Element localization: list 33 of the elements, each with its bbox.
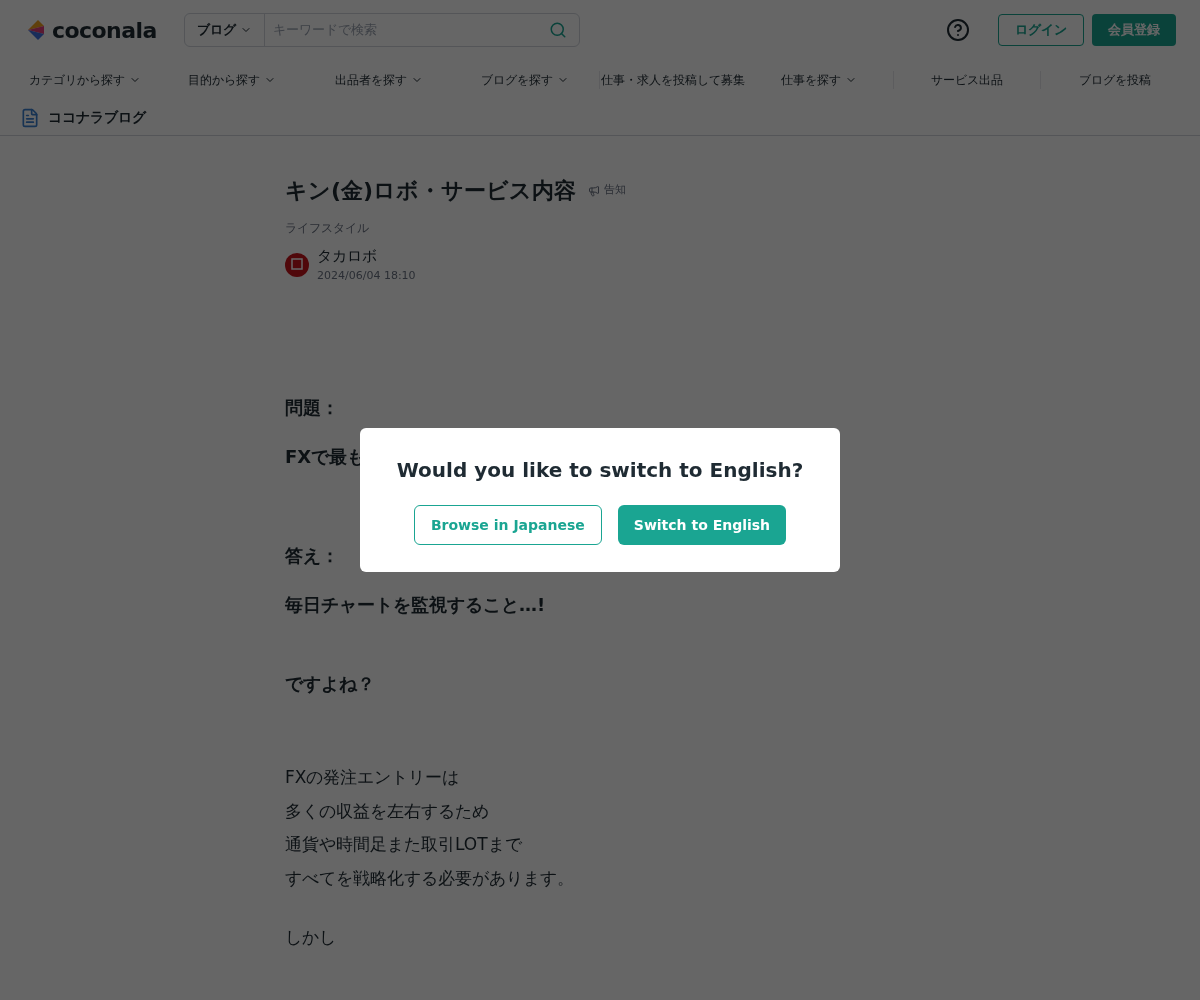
dialog-title: Would you like to switch to English? [396, 457, 804, 484]
megaphone-icon [588, 184, 601, 197]
language-button[interactable]: Browse in Japanese [413, 505, 602, 545]
avatar-icon[interactable] [285, 252, 309, 277]
nav-link[interactable]: 目的から探す [187, 71, 276, 89]
author-name[interactable]: タカロボ [317, 245, 416, 268]
body-text: 問題： [285, 396, 339, 420]
document-icon [20, 107, 40, 128]
body-text: 毎日チャートを監視すること…! [285, 593, 546, 617]
blog-title[interactable]: ココナラブログ [48, 107, 146, 128]
post-date: 2024/06/04 18:10 [317, 267, 416, 284]
nav-link[interactable]: 仕事・求人を投稿して募集 [600, 71, 745, 89]
nav-link[interactable]: ブログを投稿 [1078, 71, 1151, 89]
logo-text[interactable]: coconala [52, 13, 157, 47]
help-icon[interactable] [946, 18, 970, 42]
body-text: 多くの収益を左右するため [285, 799, 489, 823]
body-text: FXの発注エントリーは [285, 766, 460, 789]
body-text: 答え： [285, 544, 339, 568]
body-text: すべてを戦略化する必要があります。 [285, 866, 574, 890]
body-text: しかし [285, 926, 336, 949]
nav-link[interactable]: ブログを探す [481, 71, 570, 89]
nav-link[interactable]: サービス出品 [931, 71, 1004, 89]
signup-button[interactable]: 会員登録 [1092, 14, 1176, 46]
search-icon[interactable] [549, 21, 567, 39]
body-text: 通貨や時間足また取引LOTまで [285, 833, 522, 856]
language-button[interactable]: Switch to English [617, 505, 787, 545]
search-scope-dropdown[interactable]: ブログ [185, 14, 265, 46]
nav-link[interactable]: 仕事を探す [781, 71, 858, 89]
nav-link[interactable]: カテゴリから探す [29, 71, 142, 89]
article-title: キン(金)ロボ・サービス内容 [285, 177, 577, 205]
nav-link[interactable]: 出品者を探す [334, 71, 423, 89]
body-text: ですよね？ [285, 672, 375, 696]
login-button[interactable]: ログイン [998, 14, 1084, 46]
